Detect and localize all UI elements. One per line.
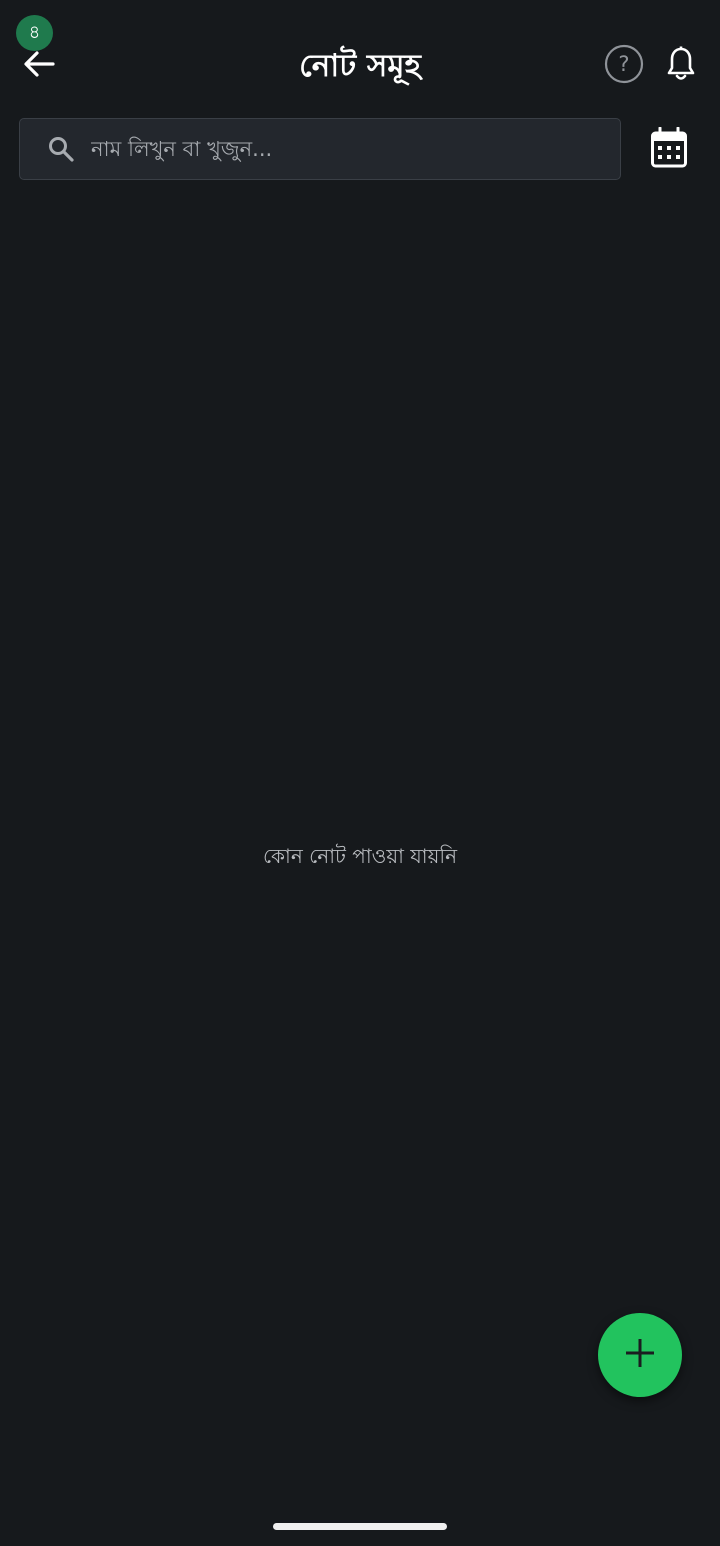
- calendar-button[interactable]: [648, 126, 690, 173]
- home-indicator[interactable]: [273, 1523, 447, 1530]
- svg-text:?: ?: [618, 52, 629, 76]
- search-bar: [19, 118, 621, 180]
- add-note-button[interactable]: [598, 1313, 682, 1397]
- empty-state-message: কোন নোট পাওয়া যায়নি: [262, 844, 458, 868]
- search-icon: [47, 135, 75, 163]
- plus-icon: [624, 1337, 656, 1373]
- help-circle-icon: ?: [604, 44, 644, 88]
- bell-icon: [666, 46, 696, 86]
- help-button[interactable]: ?: [603, 44, 645, 88]
- notes-screen: ৪ নোট সমূহ ? নাম লিখুন বা খুজুন... কোন ন…: [0, 0, 720, 1546]
- calendar-icon: [650, 126, 688, 173]
- notifications-button[interactable]: [660, 44, 702, 88]
- search-input[interactable]: [89, 136, 606, 162]
